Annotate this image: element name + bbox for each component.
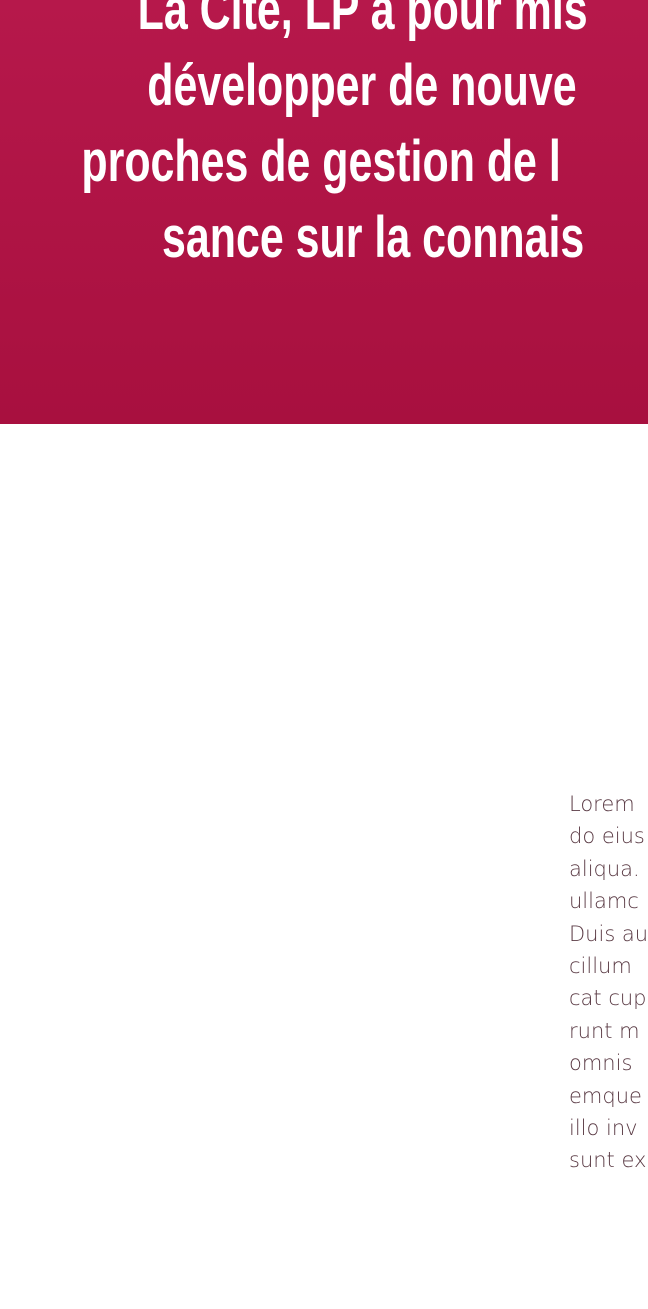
paragraph-line: Duis au (569, 921, 648, 946)
hero-title-line: sance sur la connais (162, 205, 585, 270)
paragraph-line: cillum (569, 954, 632, 979)
hero-title-line: La Cité, LP a pour mis (137, 0, 588, 42)
paragraph-line: sunt ex (569, 1148, 647, 1173)
paragraph-line: illo inv (569, 1116, 638, 1141)
hero-title: La Cité, LP a pour mis développer de nou… (0, 0, 588, 276)
hero-title-line: proches de gestion de l (81, 129, 561, 194)
paragraph-line: cat cup (569, 986, 647, 1011)
paragraph-line: ullamc (569, 889, 639, 914)
paragraph-line: aliqua. (569, 856, 640, 881)
hero-banner: La Cité, LP a pour mis développer de nou… (0, 0, 648, 424)
paragraph-line: emque (569, 1083, 642, 1108)
paragraph-line: do eius (569, 824, 645, 849)
body-paragraph: Lorem do eius aliqua. ullamc Duis au cil… (569, 788, 648, 1177)
paragraph-line: runt m (569, 1018, 640, 1043)
hero-title-line: développer de nouve (147, 53, 577, 118)
paragraph-line: omnis (569, 1051, 633, 1076)
paragraph-line: Lorem (569, 792, 635, 816)
